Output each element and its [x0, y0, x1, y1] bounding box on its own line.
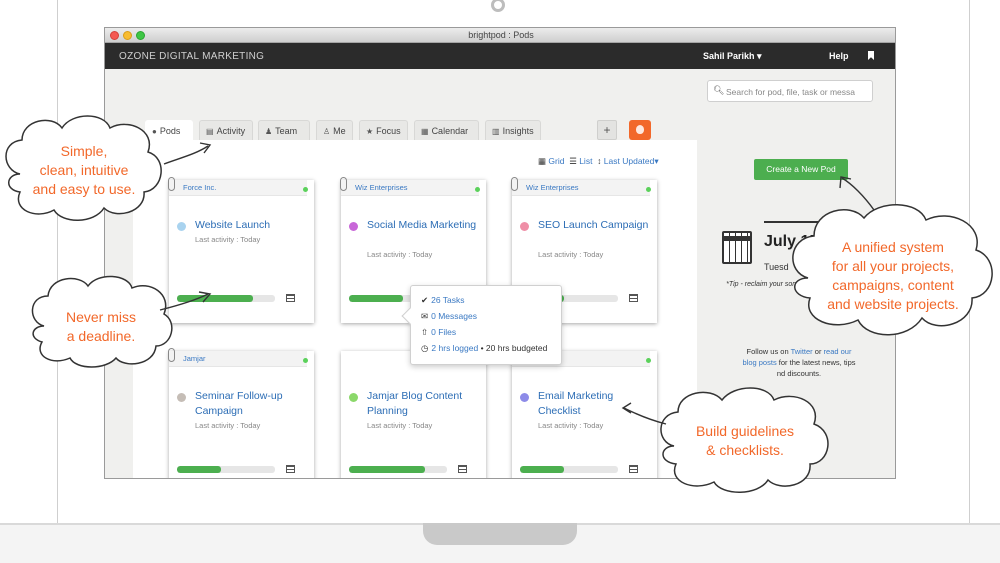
callout-arrows: [159, 142, 875, 425]
